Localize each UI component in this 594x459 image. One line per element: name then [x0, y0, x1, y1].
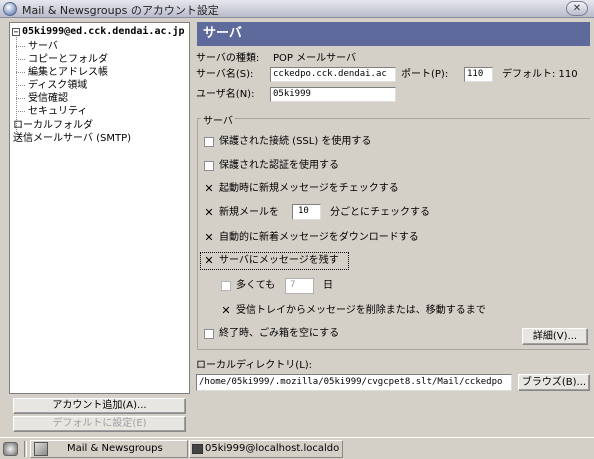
server-name-input[interactable]: cckedpo.cck.dendai.ac — [270, 67, 396, 82]
taskbar-separator — [24, 441, 27, 457]
default-port-label: デフォルト: 110 — [502, 69, 578, 80]
close-button[interactable]: ✕ — [566, 1, 588, 16]
collapse-icon[interactable]: − — [12, 28, 20, 36]
tree-item-smtp[interactable]: 送信メールサーバ (SMTP) — [13, 132, 131, 145]
tree-item-security[interactable]: セキュリティ — [15, 105, 87, 118]
delete-on-move-checkbox[interactable]: ✕ — [221, 305, 231, 316]
check-every-prefix: 新規メールを — [219, 207, 279, 218]
port-input[interactable]: 110 — [464, 67, 493, 82]
server-type-label: サーバの種類: — [196, 53, 260, 64]
check-every-minutes-input[interactable]: 10 — [292, 204, 321, 220]
tree-item-composition[interactable]: 編集とアドレス帳 — [16, 66, 108, 79]
account-label: 05ki999@ed.cck.dendai.ac.jp — [22, 26, 185, 37]
server-type-value: POP メールサーバ — [273, 53, 357, 64]
tree-item-disk-space[interactable]: ディスク領域 — [15, 79, 87, 92]
set-default-button[interactable]: デフォルトに設定(E) — [13, 416, 186, 432]
tree-item-return-receipts[interactable]: 受信確認 — [16, 92, 68, 105]
terminal-icon — [192, 444, 203, 454]
tree-item-account[interactable]: −05ki999@ed.cck.dendai.ac.jp — [12, 25, 185, 38]
at-most-checkbox[interactable] — [221, 281, 231, 291]
leave-on-server-checkbox[interactable]: ✕ — [204, 255, 214, 266]
window-title: Mail & Newsgroups のアカウント設定 — [22, 4, 219, 17]
ssl-label[interactable]: 保護された接続 (SSL) を使用する — [219, 135, 371, 149]
username-label: ユーザ名(N): — [196, 89, 255, 100]
local-directory-label: ローカルディレクトリ(L): — [196, 360, 313, 371]
server-name-label: サーバ名(S): — [196, 69, 254, 80]
check-startup-checkbox[interactable]: ✕ — [204, 183, 214, 194]
tree-item-local-folders[interactable]: ローカルフォルダ — [13, 119, 93, 132]
username-input[interactable]: 05ki999 — [270, 87, 396, 102]
window-titlebar: Mail & Newsgroups のアカウント設定 ✕ — [0, 0, 594, 18]
tree-item-copies-folders[interactable]: コピーとフォルダ — [16, 53, 108, 66]
taskbar-item-mail-label: Mail & Newsgroups — [67, 443, 163, 454]
check-every-suffix: 分ごとにチェックする — [330, 207, 430, 218]
taskbar-item-terminal[interactable]: 05ki999@localhost.localdo — [189, 440, 343, 458]
secure-auth-checkbox[interactable] — [204, 161, 214, 171]
check-startup-label[interactable]: 起動時に新規メッセージをチェックする — [219, 182, 399, 196]
details-button[interactable]: 詳細(V)... — [522, 328, 588, 345]
secure-auth-label[interactable]: 保護された認証を使用する — [219, 159, 339, 173]
page-header: サーバ — [197, 22, 590, 46]
empty-trash-checkbox[interactable] — [204, 329, 214, 339]
local-directory-input[interactable]: /home/05ki999/.mozilla/05ki999/cvgcpet8.… — [196, 374, 512, 391]
app-icon[interactable] — [3, 2, 17, 16]
leave-on-server-label[interactable]: サーバにメッセージを残す — [219, 254, 339, 268]
taskbar: Mail & Newsgroups 05ki999@localhost.loca… — [0, 437, 594, 459]
at-most-days-input[interactable]: 7 — [285, 278, 314, 294]
empty-trash-label[interactable]: 終了時、ごみ箱を空にする — [219, 327, 339, 341]
auto-download-label[interactable]: 自動的に新着メッセージをダウンロードする — [219, 231, 419, 245]
server-settings-group-title: サーバ — [201, 112, 235, 127]
tree-item-server[interactable]: サーバ — [16, 40, 58, 53]
browse-button[interactable]: ブラウズ(B)... — [518, 374, 590, 391]
taskbar-item-mail[interactable]: Mail & Newsgroups — [30, 440, 188, 458]
at-most-unit: 日 — [323, 280, 333, 291]
port-label: ポート(P): — [401, 69, 449, 80]
ssl-checkbox[interactable] — [204, 137, 214, 147]
auto-download-checkbox[interactable]: ✕ — [204, 232, 214, 243]
account-tree[interactable]: −05ki999@ed.cck.dendai.ac.jp サーバ コピーとフォル… — [9, 22, 190, 394]
check-every-checkbox[interactable]: ✕ — [204, 207, 214, 218]
add-account-button[interactable]: アカウント追加(A)... — [13, 398, 186, 414]
delete-on-move-label[interactable]: 受信トレイからメッセージを削除または、移動するまで — [236, 304, 486, 318]
at-most-label: 多くても — [236, 280, 276, 291]
mail-app-icon — [34, 442, 48, 456]
system-menu-icon[interactable] — [3, 442, 18, 456]
taskbar-item-terminal-label: 05ki999@localhost.localdo — [205, 443, 340, 454]
